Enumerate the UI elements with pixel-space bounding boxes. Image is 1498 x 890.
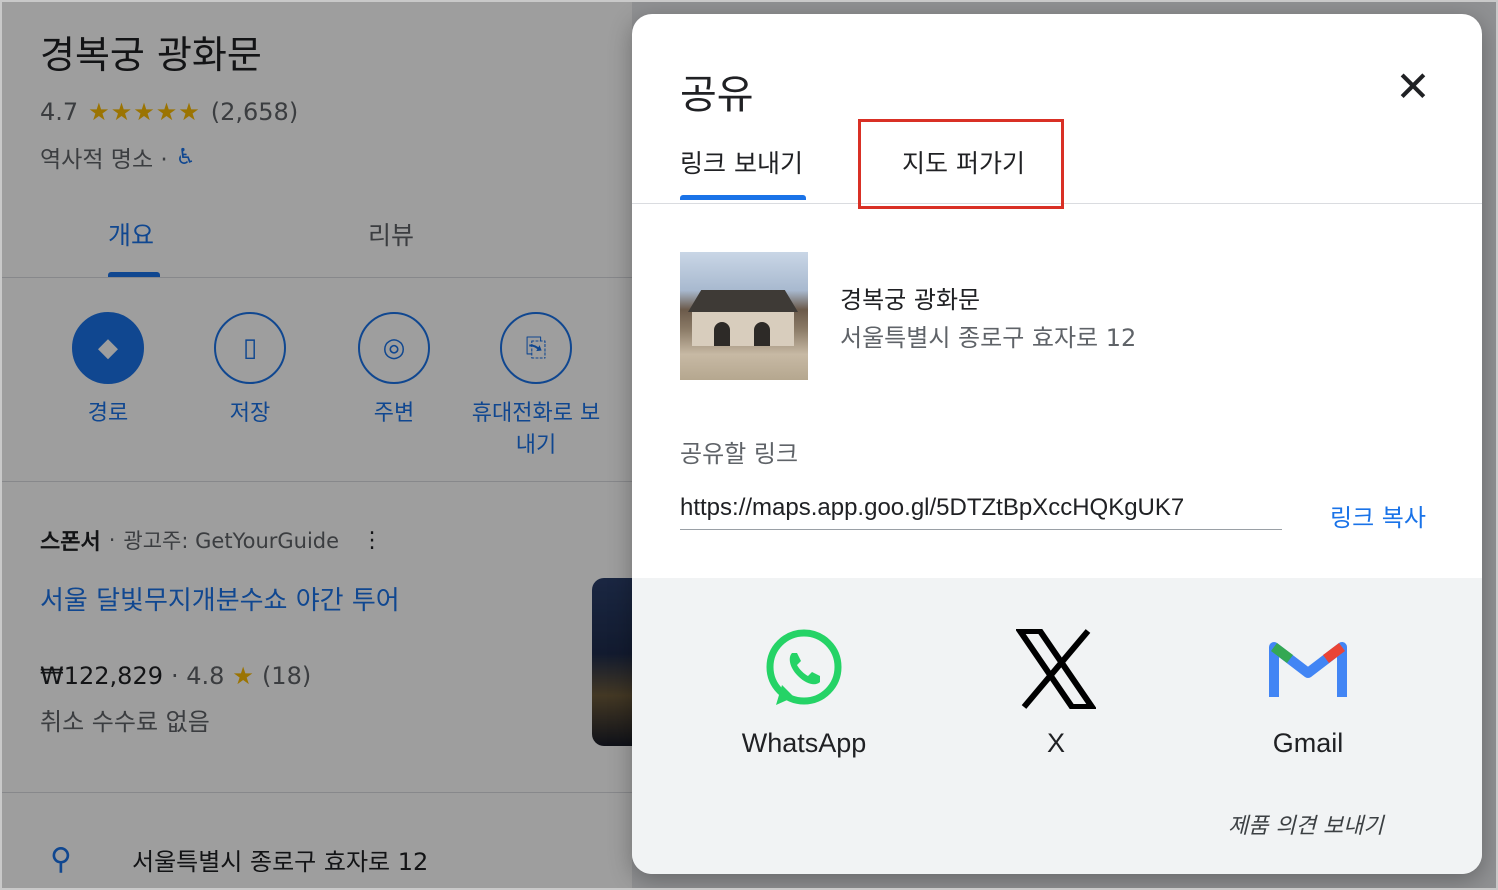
share-gmail-button[interactable]: Gmail [1218,624,1398,759]
thumbnail-gate [754,322,770,346]
thumbnail-wall [692,312,794,346]
share-place-name: 경복궁 광화문 [840,286,981,314]
tab-send-link[interactable]: 링크 보내기 [680,144,803,180]
dialog-tabs: 링크 보내기 지도 퍼가기 [632,114,1482,209]
gmail-icon [1263,624,1353,714]
highlight-box [858,119,1064,209]
whatsapp-icon [759,624,849,714]
place-thumbnail [680,252,808,380]
app-frame: 경복궁 광화문 4.7 ★★★★★ (2,658) 역사적 명소 · ♿ 개요 … [0,0,1498,890]
close-icon[interactable]: ✕ [1388,62,1438,112]
x-icon [1011,624,1101,714]
share-place-address: 서울특별시 종로구 효자로 12 [840,324,1137,352]
share-dialog: 공유 ✕ 링크 보내기 지도 퍼가기 경복궁 광화문 서울특별시 종로구 효자로… [632,14,1482,874]
thumbnail-roof [688,290,798,312]
thumbnail-gate [714,322,730,346]
link-label: 공유할 링크 [680,440,799,468]
share-x-button[interactable]: X [966,624,1146,759]
active-tab-indicator [680,195,806,200]
whatsapp-label: WhatsApp [741,728,867,758]
send-feedback-link[interactable]: 제품 의견 보내기 [1228,808,1384,840]
copy-link-button[interactable]: 링크 복사 [1330,498,1426,533]
dialog-title: 공유 [680,72,754,118]
gmail-label: Gmail [1272,728,1344,758]
share-link-input[interactable] [680,486,1282,530]
share-targets: WhatsApp X Gmail 제품 의견 보내기 [632,578,1482,874]
x-label: X [1046,728,1065,758]
share-whatsapp-button[interactable]: WhatsApp [714,624,894,759]
